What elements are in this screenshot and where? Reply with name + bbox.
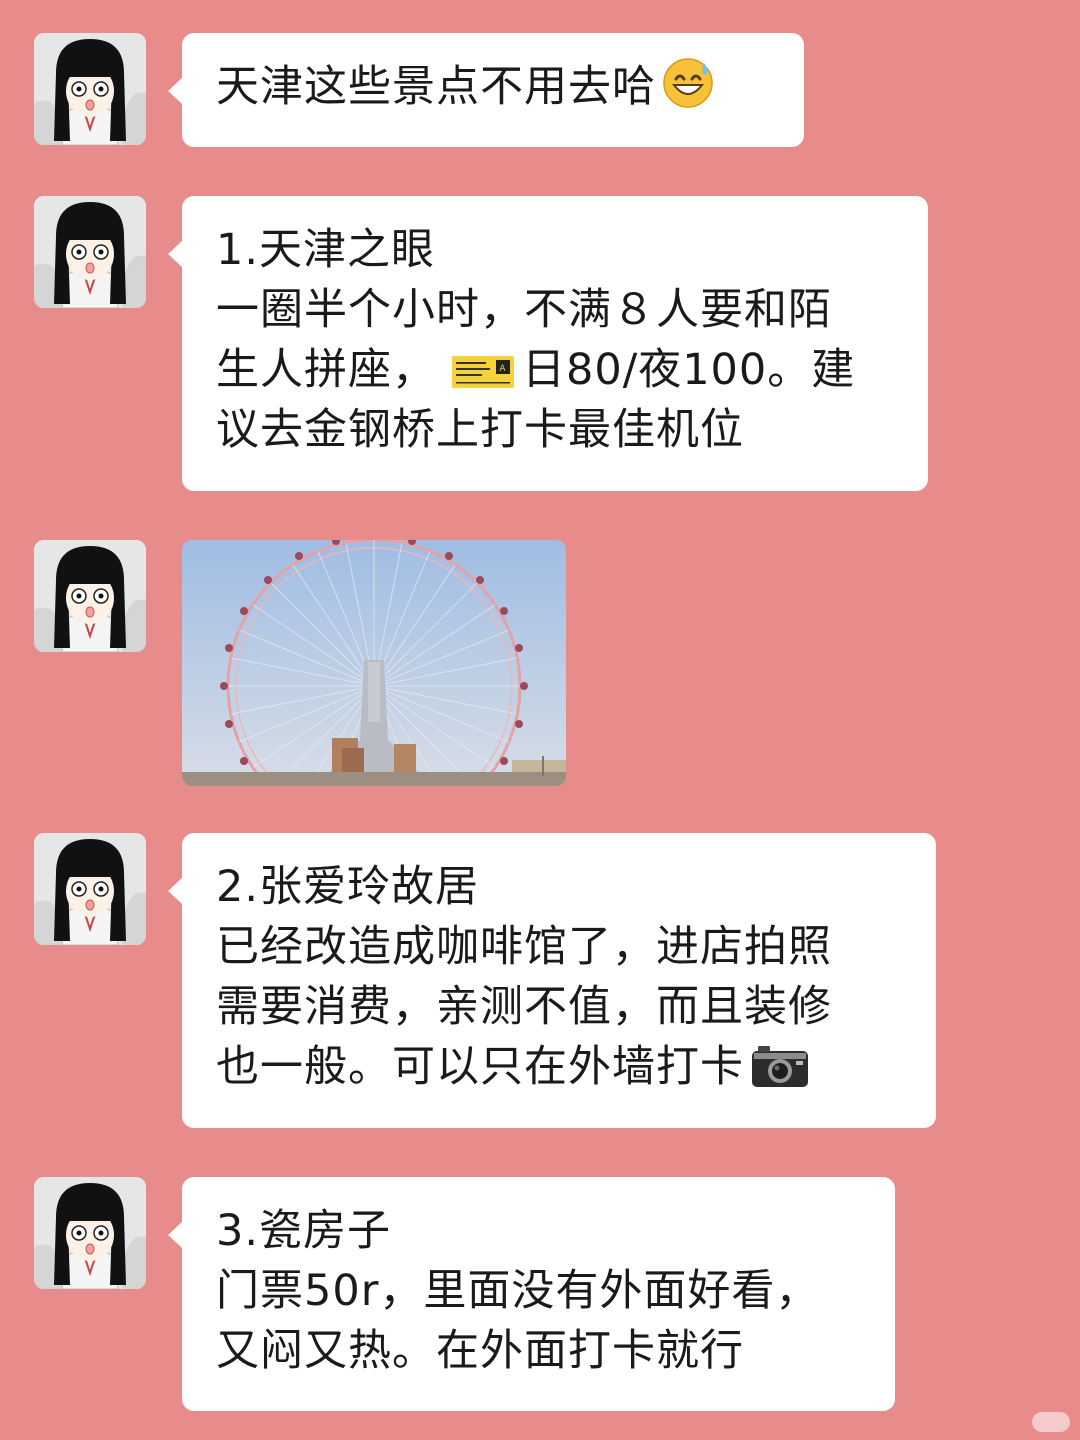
avatar[interactable]: [34, 1177, 146, 1289]
avatar[interactable]: [34, 196, 146, 308]
message-text: 已经改造成咖啡馆了，进店拍照: [216, 922, 832, 972]
message-text: 又闷又热。在外面打卡就行: [216, 1326, 744, 1376]
svg-text:A: A: [499, 364, 506, 374]
message-title: 1.天津之眼: [216, 225, 436, 275]
message-bubble[interactable]: 1.天津之眼 一圈半个小时，不满８人要和陌 生人拼座， A 日80/夜100。建…: [168, 196, 928, 491]
concert-ticket-icon: A: [452, 356, 514, 388]
message-text: 生人拼座， A 日80/夜100。建: [216, 345, 856, 395]
grinning-sweat-emoji-icon: [663, 58, 713, 108]
avatar-image: [34, 33, 146, 145]
message-text: 一圈半个小时，不满８人要和陌: [216, 285, 832, 335]
watermark-badge: [1032, 1412, 1070, 1432]
ferris-wheel-image: [182, 540, 566, 786]
message-bubble[interactable]: 2.张爱玲故居 已经改造成咖啡馆了，进店拍照 需要消费，亲测不值，而且装修 也一…: [168, 833, 936, 1128]
avatar[interactable]: [34, 833, 146, 945]
ferris-wheel-photo[interactable]: [182, 540, 566, 786]
message-bubble[interactable]: 3.瓷房子 门票50r，里面没有外面好看， 又闷又热。在外面打卡就行: [168, 1177, 895, 1411]
message-text: 门票50r，里面没有外面好看，: [216, 1266, 820, 1316]
avatar-image: [34, 540, 146, 652]
camera-icon: [752, 1046, 808, 1087]
message-title: 2.张爱玲故居: [216, 862, 480, 912]
message-text: 议去金钢桥上打卡最佳机位: [216, 405, 744, 455]
avatar[interactable]: [34, 33, 146, 145]
message-bubble[interactable]: 天津这些景点不用去哈: [168, 33, 804, 147]
message-title: 3.瓷房子: [216, 1206, 392, 1256]
message-text: 天津这些景点不用去哈: [216, 57, 770, 117]
message-text: 需要消费，亲测不值，而且装修: [216, 982, 832, 1032]
avatar-image: [34, 196, 146, 308]
avatar-image: [34, 833, 146, 945]
avatar-image: [34, 1177, 146, 1289]
message-text: 也一般。可以只在外墙打卡: [216, 1037, 902, 1097]
avatar[interactable]: [34, 540, 146, 652]
